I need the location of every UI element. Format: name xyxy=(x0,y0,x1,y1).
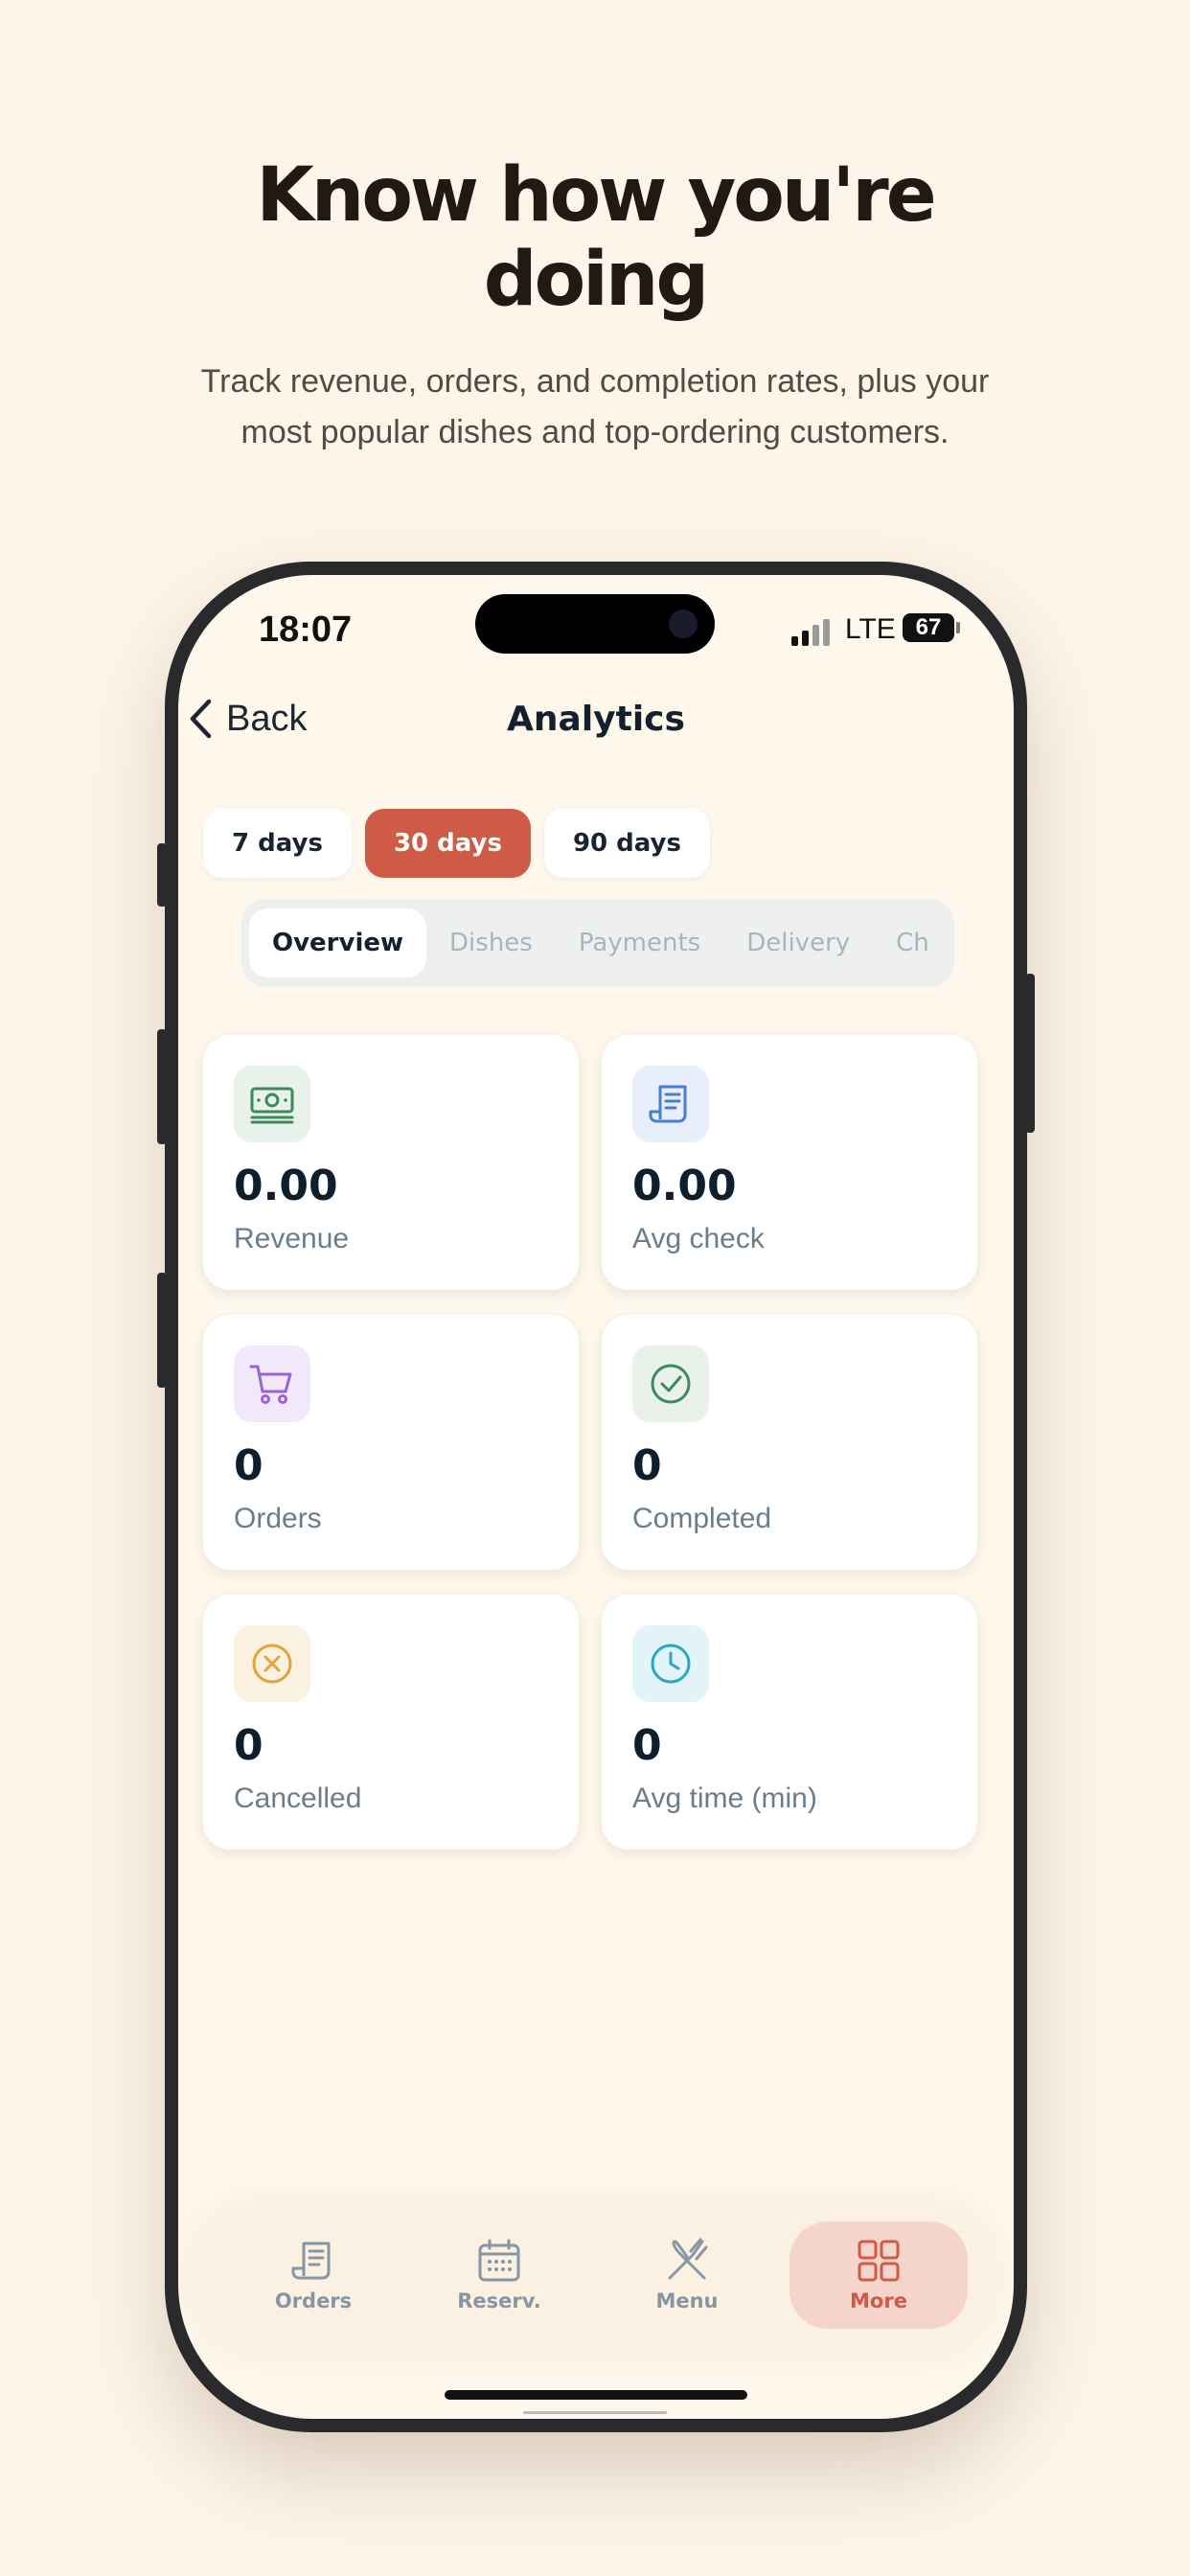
home-indicator-shadow xyxy=(523,2411,667,2414)
stat-value: 0.00 xyxy=(234,1162,338,1210)
stat-label: Cancelled xyxy=(234,1782,362,1814)
analytics-tabs[interactable]: Overview Dishes Payments Delivery Ch xyxy=(241,899,954,987)
battery-level: 67 xyxy=(915,614,942,640)
period-selector: 7 days 30 days 90 days xyxy=(203,809,710,878)
tab-delivery[interactable]: Delivery xyxy=(723,908,873,978)
network-type: LTE xyxy=(845,613,896,645)
stat-value: 0 xyxy=(234,1441,263,1490)
period-label: 90 days xyxy=(572,829,681,858)
promo-title: Know how you're doing xyxy=(0,153,1190,322)
stat-label: Revenue xyxy=(234,1223,350,1254)
promo-title-line2: doing xyxy=(483,237,710,323)
stat-label: Completed xyxy=(632,1503,772,1534)
stat-value: 0 xyxy=(632,1441,662,1490)
promo-subtitle: Track revenue, orders, and completion ra… xyxy=(200,363,990,450)
clock-icon xyxy=(632,1625,709,1702)
page-title: Analytics xyxy=(507,700,685,739)
stat-value: 0.00 xyxy=(632,1162,737,1210)
tabbar-menu[interactable]: Menu xyxy=(598,2221,776,2329)
tabbar-label: Orders xyxy=(274,2289,353,2312)
phone-screen: 18:07 LTE 67 Back Analytics 7 days 30 da… xyxy=(178,575,1014,2419)
receipt-icon xyxy=(632,1066,709,1142)
dynamic-island xyxy=(475,594,715,654)
check-circle-icon xyxy=(632,1346,709,1422)
home-indicator[interactable] xyxy=(445,2390,747,2400)
tabbar-label: More xyxy=(850,2289,907,2312)
receipt-icon xyxy=(291,2242,331,2280)
tabbar-reservations[interactable]: Reserv. xyxy=(410,2221,588,2329)
signal-icon xyxy=(791,619,834,646)
stat-card-orders: 0 Orders xyxy=(203,1315,579,1570)
x-circle-icon xyxy=(234,1625,310,1702)
battery-icon: 67 xyxy=(903,613,954,642)
cash-icon xyxy=(234,1066,310,1142)
tabbar-label: Menu xyxy=(655,2289,719,2312)
status-time: 18:07 xyxy=(259,610,353,650)
calendar-icon xyxy=(478,2239,520,2282)
stat-value: 0 xyxy=(632,1721,662,1770)
period-7-days[interactable]: 7 days xyxy=(203,809,352,878)
cart-icon xyxy=(234,1346,310,1422)
stat-label: Orders xyxy=(234,1503,322,1534)
camera-icon xyxy=(669,610,698,638)
battery-tip xyxy=(956,622,960,633)
period-30-days[interactable]: 30 days xyxy=(364,809,531,878)
tab-overview[interactable]: Overview xyxy=(249,908,427,978)
utensils-icon xyxy=(668,2238,708,2280)
period-label: 7 days xyxy=(232,829,323,858)
grid-icon xyxy=(858,2240,900,2282)
tabbar-more[interactable]: More xyxy=(790,2221,968,2329)
stat-value: 0 xyxy=(234,1721,263,1770)
stat-card-avg-time: 0 Avg time (min) xyxy=(602,1595,977,1850)
tab-dishes[interactable]: Dishes xyxy=(426,908,556,978)
stat-label: Avg time (min) xyxy=(632,1782,817,1814)
tab-payments[interactable]: Payments xyxy=(556,908,723,978)
tab-customers[interactable]: Ch xyxy=(873,908,952,978)
stat-label: Avg check xyxy=(632,1223,765,1254)
promo-title-line1: Know how you're xyxy=(256,152,936,239)
period-90-days[interactable]: 90 days xyxy=(543,809,710,878)
stat-card-avg-check: 0.00 Avg check xyxy=(602,1035,977,1290)
period-label: 30 days xyxy=(393,829,502,858)
stat-card-cancelled: 0 Cancelled xyxy=(203,1595,579,1850)
stat-card-completed: 0 Completed xyxy=(602,1315,977,1570)
stat-card-revenue: 0.00 Revenue xyxy=(203,1035,579,1290)
bottom-tab-bar: Orders Reserv. Menu More xyxy=(197,2208,989,2348)
tabbar-label: Reserv. xyxy=(457,2289,541,2312)
tabbar-orders[interactable]: Orders xyxy=(224,2221,402,2329)
